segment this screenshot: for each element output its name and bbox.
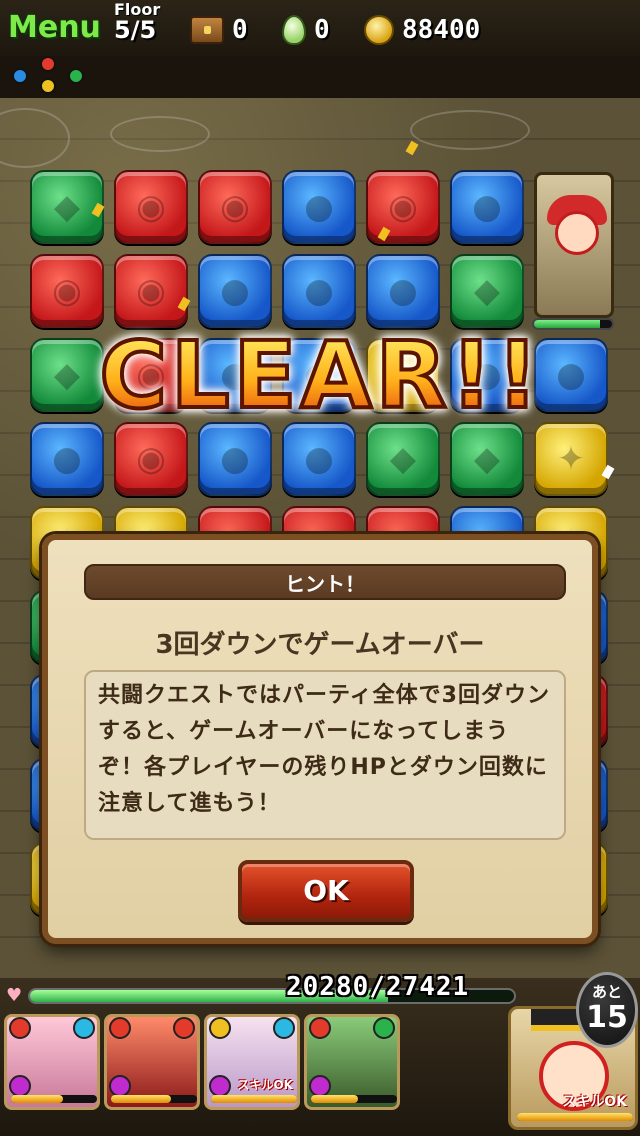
heart-icon: ♥ [6, 985, 23, 1006]
fire-orb[interactable]: ◉ [30, 254, 104, 328]
water-orb[interactable]: ● [450, 170, 524, 244]
dialog-title: 3回ダウンでゲームオーバー [155, 630, 485, 660]
fire-orb-icon: ◉ [136, 271, 166, 311]
water-orb-icon: ● [304, 187, 334, 227]
hint-dialog: ヒント！ 3回ダウンでゲームオーバー 共闘クエストではパーティ全体で3回ダウンす… [42, 534, 598, 944]
fire-orb[interactable]: ◉ [114, 254, 188, 328]
wood-attr-icon [373, 1017, 395, 1039]
fire-attr-icon [309, 1017, 331, 1039]
water-orb-icon: ● [472, 187, 502, 227]
wood-orb[interactable]: ◆ [30, 170, 104, 244]
fire-orb[interactable]: ◉ [198, 170, 272, 244]
chest-count: 0 [232, 15, 248, 45]
water-attr-icon [273, 1017, 295, 1039]
water-orb-icon: ● [304, 271, 334, 311]
team-member-card[interactable] [4, 1014, 100, 1110]
wood-orb[interactable]: ◆ [450, 254, 524, 328]
chest-counter: 0 [190, 14, 248, 46]
water-attr-icon [73, 1017, 95, 1039]
egg-icon [282, 15, 306, 45]
skill-ok-label: スキルOK [237, 1078, 293, 1092]
water-attr-icon [12, 68, 28, 84]
wood-orb-icon: ◆ [473, 271, 501, 311]
fire-orb[interactable]: ◉ [114, 422, 188, 496]
water-orb-icon: ● [220, 439, 250, 479]
menu-button[interactable]: Menu [8, 10, 101, 46]
team-member-card[interactable]: スキルOK [204, 1014, 300, 1110]
water-orb-icon: ● [52, 439, 82, 479]
water-orb-icon: ● [304, 439, 334, 479]
cobweb-decoration [0, 108, 70, 168]
fire-orb-icon: ◉ [136, 187, 166, 227]
dark-attr-icon [109, 1075, 131, 1097]
team-member-card[interactable] [304, 1014, 400, 1110]
turns-label: あと [591, 983, 622, 1001]
team-member-card[interactable] [104, 1014, 200, 1110]
water-orb[interactable]: ● [282, 422, 356, 496]
dark-attr-icon [309, 1075, 331, 1097]
dark-attr-icon [209, 1075, 231, 1097]
fire-attr-icon [40, 56, 56, 72]
skill-charge-bar [517, 1113, 633, 1121]
water-orb[interactable]: ● [282, 254, 356, 328]
turns-value: 15 [586, 1000, 628, 1035]
clear-banner: CLEAR!! [86, 324, 556, 428]
skill-ok-label: スキルOK [562, 1094, 627, 1110]
dialog-body: 共闘クエストではパーティ全体で3回ダウンすると、ゲームオーバーになってしまうぞ！… [84, 670, 566, 840]
cobweb-decoration [410, 110, 530, 150]
light-attr-icon [209, 1017, 231, 1039]
wood-orb[interactable]: ◆ [366, 422, 440, 496]
light-orb-icon: ✦ [556, 439, 586, 479]
turns-remaining-badge: あと 15 [576, 972, 638, 1048]
coin-icon [364, 15, 394, 45]
water-orb-icon: ● [220, 271, 250, 311]
skill-charge-bar [211, 1095, 297, 1103]
attribute-wheel-icon [6, 56, 90, 98]
wood-orb-icon: ◆ [473, 439, 501, 479]
fire-attr-icon [173, 1017, 195, 1039]
coin-count: 88400 [402, 15, 481, 45]
fire-orb[interactable]: ◉ [366, 170, 440, 244]
skill-charge-bar [11, 1095, 97, 1103]
water-orb-icon: ● [556, 355, 586, 395]
wood-orb-icon: ◆ [389, 439, 417, 479]
water-orb[interactable]: ● [366, 254, 440, 328]
water-orb[interactable]: ● [282, 170, 356, 244]
water-orb-icon: ● [388, 271, 418, 311]
top-hud: Menu Floor 5/5 0 0 88400 [0, 0, 640, 56]
egg-counter: 0 [282, 14, 330, 46]
skill-charge-bar [111, 1095, 197, 1103]
fire-orb[interactable]: ◉ [114, 170, 188, 244]
fire-attr-icon [9, 1017, 31, 1039]
egg-count: 0 [314, 15, 330, 45]
cobweb-decoration [110, 116, 210, 152]
wood-attr-icon [68, 68, 84, 84]
water-orb[interactable]: ● [198, 254, 272, 328]
wood-orb-icon: ◆ [53, 187, 81, 227]
fire-orb-icon: ◉ [136, 439, 166, 479]
fire-orb-icon: ◉ [388, 187, 418, 227]
dialog-header: ヒント！ [84, 564, 566, 600]
light-attr-icon [40, 78, 56, 94]
dark-attr-icon [9, 1075, 31, 1097]
wood-orb[interactable]: ◆ [450, 422, 524, 496]
coin-counter: 88400 [364, 14, 480, 46]
water-orb[interactable]: ● [30, 422, 104, 496]
enemy-face [555, 211, 599, 255]
wood-orb-icon: ◆ [53, 355, 81, 395]
floor-value: 5/5 [114, 16, 157, 44]
fire-attr-icon [109, 1017, 131, 1039]
treasure-chest-icon [190, 16, 224, 44]
ok-button[interactable]: OK [238, 860, 414, 922]
water-orb[interactable]: ● [198, 422, 272, 496]
light-orb[interactable]: ✦ [534, 422, 608, 496]
enemy-portrait [534, 172, 614, 318]
team-hp-text: 20280/27421 [286, 972, 470, 1002]
fire-orb-icon: ◉ [220, 187, 250, 227]
fire-orb-icon: ◉ [52, 271, 82, 311]
skill-charge-bar [311, 1095, 397, 1103]
